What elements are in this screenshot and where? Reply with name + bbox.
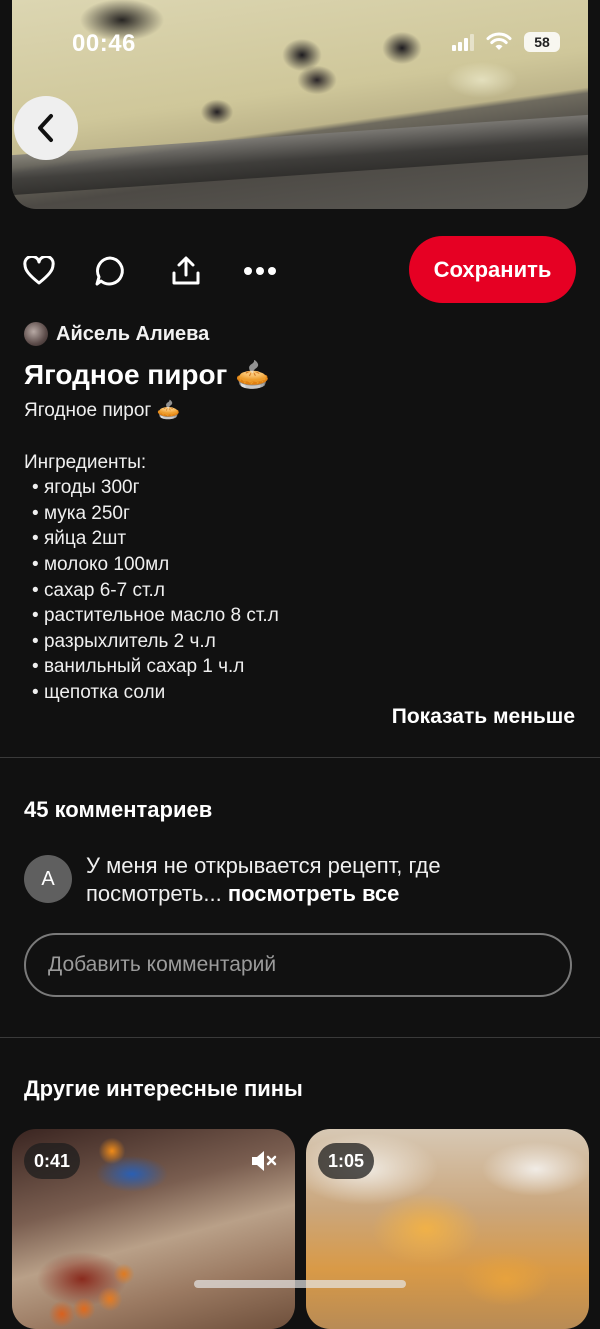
pin-subtitle: Ягодное пирог 🥧	[24, 400, 181, 421]
share-button[interactable]	[169, 254, 203, 288]
more-pins-title: Другие интересные пины	[24, 1076, 303, 1101]
heart-icon	[23, 256, 55, 285]
divider	[0, 757, 600, 758]
author-link[interactable]: Айсель Алиева	[24, 322, 209, 346]
home-indicator[interactable]	[194, 1280, 406, 1288]
ingredients-title: Ингредиенты:	[24, 451, 147, 473]
video-duration-badge: 0:41	[24, 1143, 81, 1179]
mute-icon[interactable]	[249, 1147, 277, 1175]
baking-dish-rim	[12, 114, 588, 196]
add-comment-input[interactable]	[24, 933, 572, 997]
see-all-comments-link[interactable]: посмотреть все	[228, 881, 400, 906]
wifi-icon	[486, 32, 512, 50]
battery-icon: 58	[524, 32, 560, 52]
show-less-button[interactable]: Показать меньше	[392, 705, 575, 729]
comment-body: У меня не открывается рецепт, где посмот…	[86, 852, 566, 908]
signal-icon	[452, 33, 474, 51]
chevron-left-icon	[38, 114, 53, 142]
ingredient-item: сахар 6-7 ст.л	[24, 578, 584, 604]
pin-description: Ягодное пирог 🥧 Ингредиенты: ягоды 300г …	[24, 398, 584, 706]
ingredient-item: ванильный сахар 1 ч.л	[24, 654, 584, 680]
related-pin-card[interactable]: 1:05	[306, 1129, 589, 1329]
ingredient-item: щепотка соли	[24, 680, 584, 706]
comment-bubble-icon	[95, 256, 124, 286]
pin-title: Ягодное пирог 🥧	[24, 359, 270, 390]
action-row: Сохранить	[0, 236, 600, 306]
save-button[interactable]: Сохранить	[409, 236, 576, 303]
ingredient-item: молоко 100мл	[24, 552, 584, 578]
ingredient-item: разрыхлитель 2 ч.л	[24, 629, 584, 655]
ingredient-item: ягоды 300г	[24, 475, 584, 501]
more-dots-icon	[244, 267, 276, 275]
author-avatar[interactable]	[24, 322, 48, 346]
like-button[interactable]	[22, 254, 56, 288]
ingredient-item: яйца 2шт	[24, 526, 584, 552]
author-name[interactable]: Айсель Алиева	[56, 323, 209, 346]
status-time: 00:46	[72, 30, 136, 57]
video-duration-badge: 1:05	[318, 1143, 375, 1179]
commenter-avatar[interactable]: A	[24, 855, 72, 903]
ingredients-list: ягоды 300г мука 250г яйца 2шт молоко 100…	[24, 475, 584, 705]
divider	[0, 1037, 600, 1038]
ingredient-item: мука 250г	[24, 501, 584, 527]
share-icon	[172, 256, 200, 285]
more-options-button[interactable]	[243, 254, 277, 288]
comment-button[interactable]	[93, 254, 127, 288]
back-button[interactable]	[14, 96, 78, 160]
related-pin-card[interactable]: 0:41	[12, 1129, 295, 1329]
status-icons: 58	[452, 32, 560, 52]
comments-count-title: 45 комментариев	[24, 797, 213, 822]
ingredient-item: растительное масло 8 ст.л	[24, 603, 584, 629]
